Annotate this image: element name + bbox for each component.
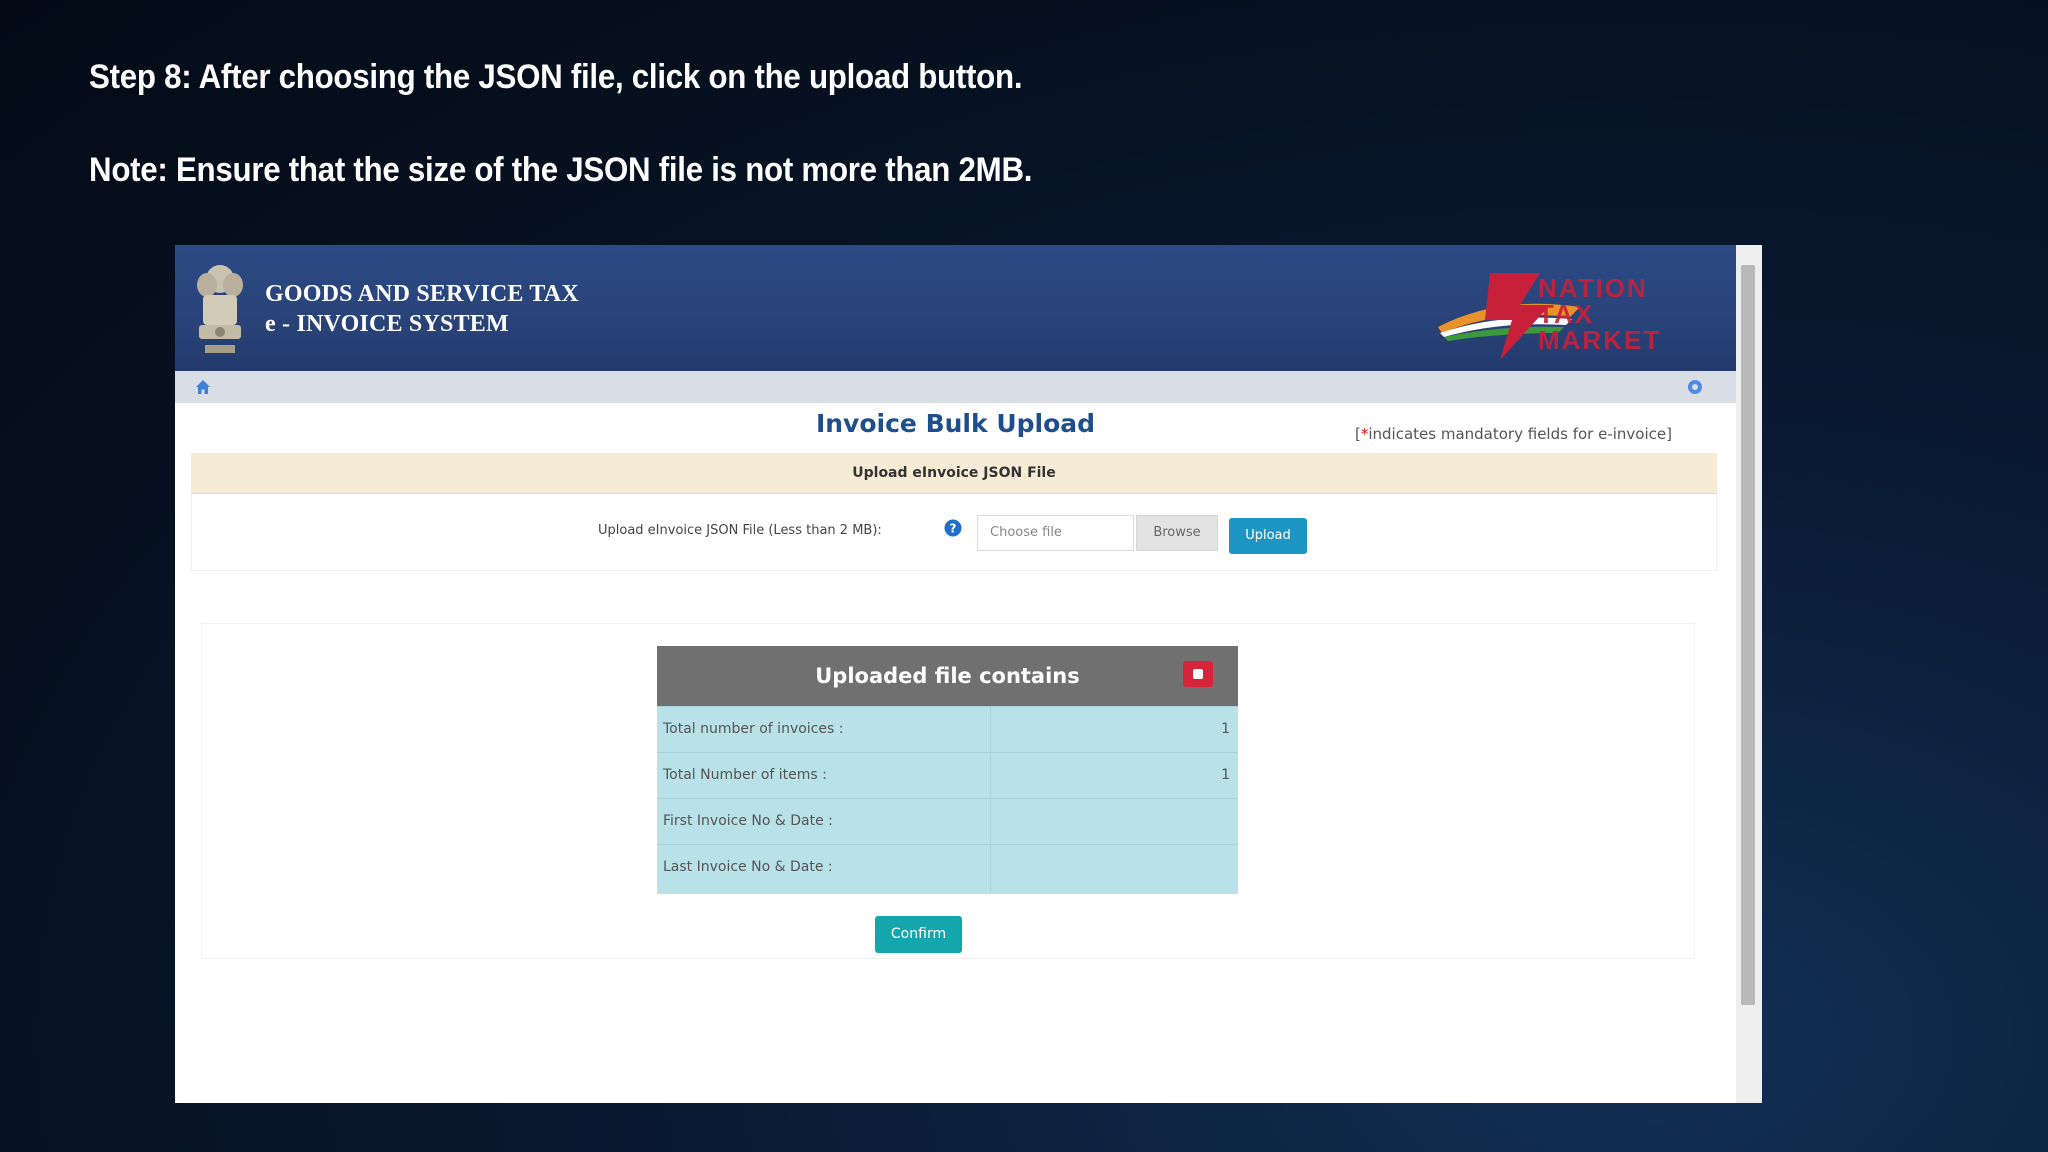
summary-row: Last Invoice No & Date : [657,844,1238,891]
mandatory-note: [*indicates mandatory fields for e-invoi… [1355,425,1672,443]
upload-summary-dialog: Uploaded file contains Total number of i… [657,646,1238,894]
step-caption: Step 8: After choosing the JSON file, cl… [89,58,1023,96]
close-icon[interactable] [1183,661,1213,687]
summary-row-label: Total number of invoices : [663,721,844,737]
upload-button[interactable]: Upload [1229,518,1307,554]
brand-text-2: TAX [1538,299,1595,329]
portal-header: GOODS AND SERVICE TAX e - INVOICE SYSTEM… [175,245,1736,371]
upload-field-label: Upload eInvoice JSON File (Less than 2 M… [598,523,882,538]
summary-row: First Invoice No & Date : [657,798,1238,845]
confirm-button[interactable]: Confirm [875,916,962,953]
national-emblem-icon [197,265,243,353]
help-icon[interactable]: ? [944,519,962,537]
upload-panel-heading: Upload eInvoice JSON File [191,453,1717,494]
dialog-heading: Uploaded file contains [657,646,1238,706]
scrollbar-thumb[interactable] [1741,265,1755,1005]
summary-row: Total number of invoices : 1 [657,706,1238,753]
summary-row-value: 1 [1221,767,1230,783]
summary-row-value: 1 [1221,721,1230,737]
gear-icon[interactable] [1687,379,1703,395]
summary-row-label: Total Number of items : [663,767,827,783]
nav-bar [175,371,1736,403]
file-input[interactable]: Choose file [977,515,1134,551]
browse-button[interactable]: Browse [1136,515,1218,551]
portal-title-line2: e - INVOICE SYSTEM [265,311,509,337]
brand-text-3: MARKET [1538,325,1662,355]
summary-row: Total Number of items : 1 [657,752,1238,799]
svg-text:?: ? [950,522,957,536]
portal-title-line1: GOODS AND SERVICE TAX [265,281,579,307]
note-caption: Note: Ensure that the size of the JSON f… [89,151,1033,189]
summary-row-label: First Invoice No & Date : [663,813,833,829]
home-icon[interactable] [195,379,211,395]
mandatory-note-text: indicates mandatory fields for e-invoice [1368,425,1667,443]
summary-row-label: Last Invoice No & Date : [663,859,833,875]
screenshot-window: GOODS AND SERVICE TAX e - INVOICE SYSTEM… [175,245,1762,1103]
brand-text-1: NATION [1538,273,1648,303]
